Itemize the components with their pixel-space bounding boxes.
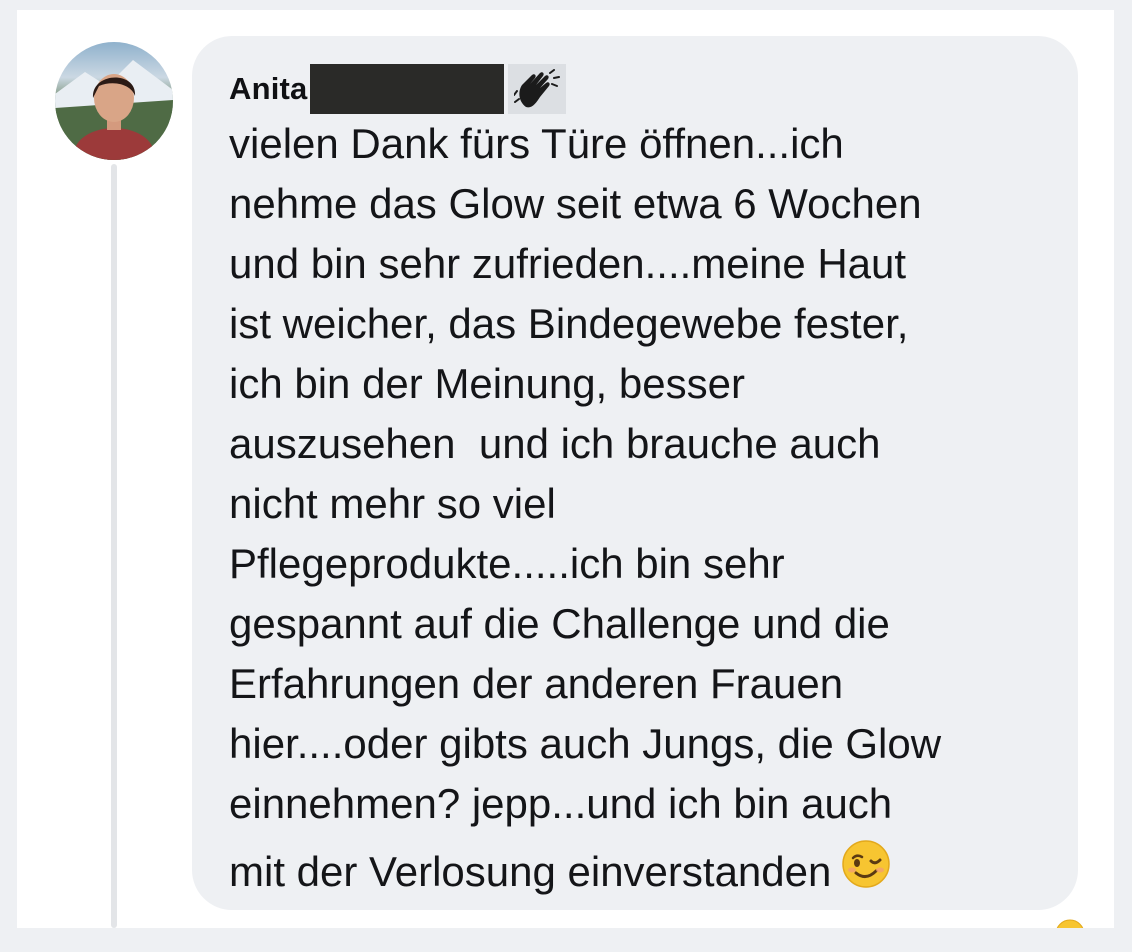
waving-hand-icon bbox=[507, 64, 566, 114]
comment-line: Pflegeprodukte.....ich bin sehr bbox=[229, 540, 785, 587]
comment-line-final: mit der Verlosung einverstanden bbox=[229, 839, 1069, 905]
author-name[interactable]: Anita bbox=[229, 71, 308, 107]
winking-face-icon bbox=[841, 839, 891, 905]
comment-card: Anita vielen Dank fürs Türe öffnen...ich… bbox=[17, 10, 1114, 928]
comment-line: Erfahrungen der anderen Frauen bbox=[229, 660, 844, 707]
profile-photo bbox=[55, 60, 173, 160]
comment-line: nehme das Glow seit etwa 6 Wochen bbox=[229, 180, 922, 227]
reaction-emoji-icon[interactable] bbox=[1055, 918, 1085, 928]
thread-line bbox=[111, 164, 117, 928]
comment-line: gespannt auf die Challenge und die bbox=[229, 600, 890, 647]
comment-line: mit der Verlosung einverstanden bbox=[229, 848, 832, 895]
comment-header: Anita bbox=[229, 64, 566, 114]
comment-line: ist weicher, das Bindegewebe fester, bbox=[229, 300, 909, 347]
redaction-bar bbox=[309, 64, 504, 114]
comment-line: auszusehen und ich brauche auch bbox=[229, 420, 881, 467]
comment-text: vielen Dank fürs Türe öffnen...ich nehme… bbox=[229, 114, 1069, 905]
comment-line: vielen Dank fürs Türe öffnen...ich bbox=[229, 120, 844, 167]
comment-line: hier....oder gibts auch Jungs, die Glow bbox=[229, 720, 942, 767]
comment-line: nicht mehr so viel bbox=[229, 480, 556, 527]
comment-line: und bin sehr zufrieden....meine Haut bbox=[229, 240, 907, 287]
comment-line: einnehmen? jepp...und ich bin auch bbox=[229, 780, 893, 827]
comment-line: ich bin der Meinung, besser bbox=[229, 360, 745, 407]
avatar[interactable] bbox=[55, 42, 173, 160]
